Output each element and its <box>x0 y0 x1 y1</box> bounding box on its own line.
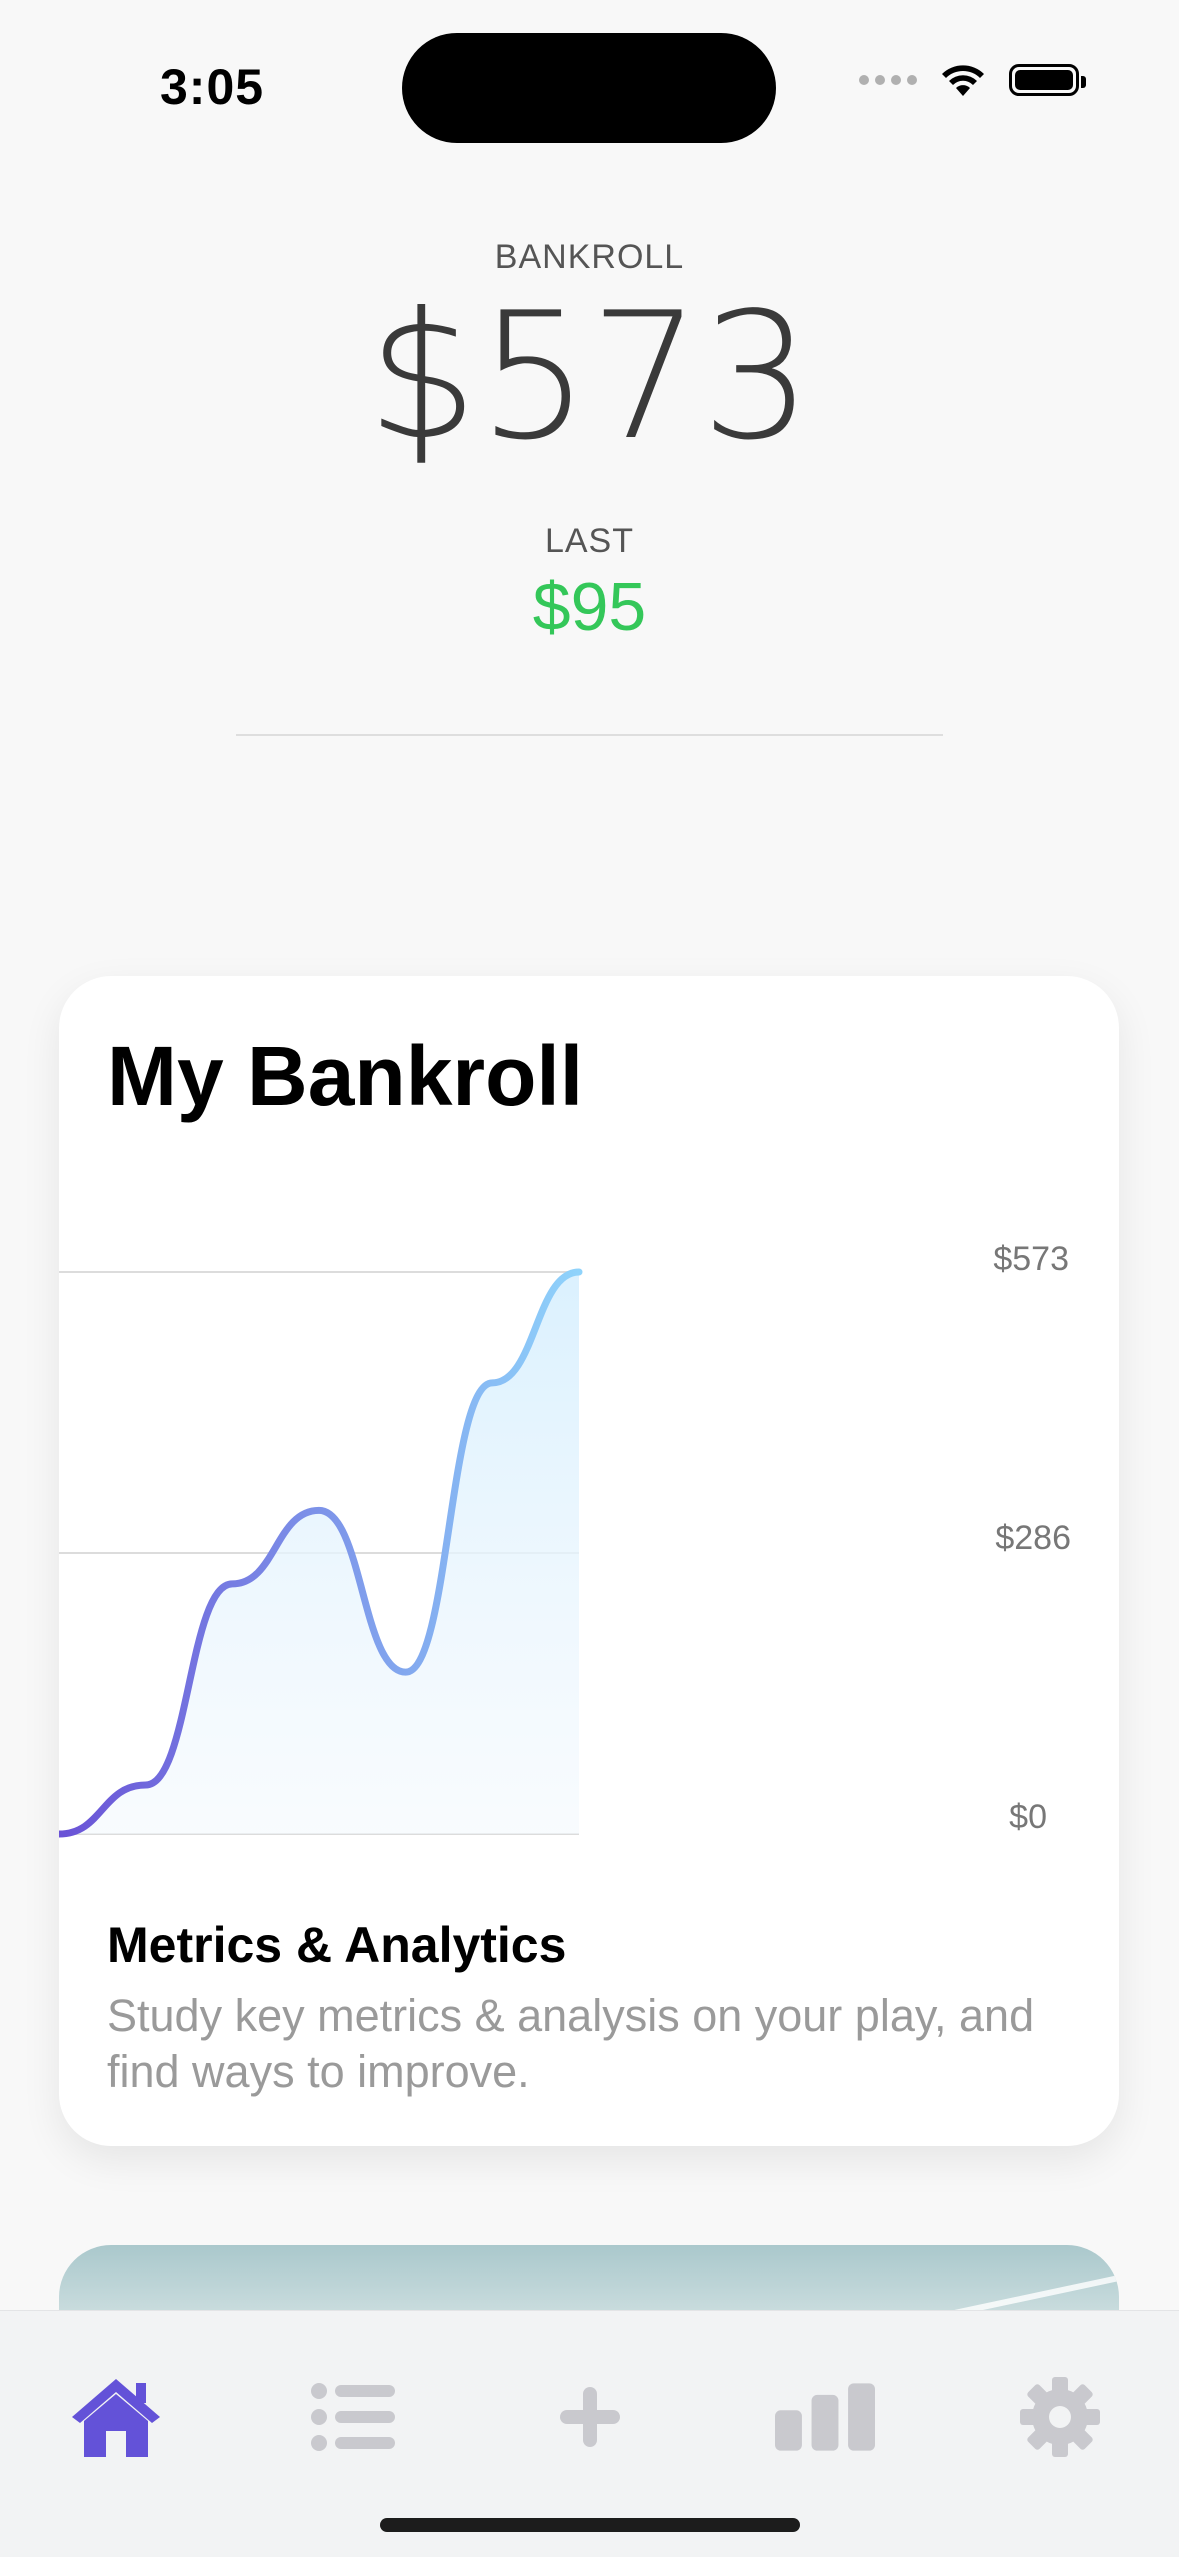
tab-add[interactable] <box>540 2367 640 2467</box>
status-time: 3:05 <box>160 59 265 115</box>
metrics-description: Study key metrics & analysis on your pla… <box>107 1990 1035 2097</box>
dynamic-island <box>402 33 776 143</box>
header-divider <box>236 734 943 736</box>
last-session-label: LAST <box>544 522 635 560</box>
list-icon <box>311 2383 395 2451</box>
bankroll-label: BANKROLL <box>494 238 685 276</box>
last-session-amount: $95 <box>532 569 647 645</box>
tab-sessions-list[interactable] <box>303 2367 403 2467</box>
y-tick-label: $573 <box>993 1240 1069 1278</box>
home-icon <box>72 2379 160 2457</box>
bar-chart-icon <box>775 2383 875 2451</box>
battery-icon <box>1009 64 1086 96</box>
cellular-signal-icon <box>859 75 917 85</box>
bankroll-amount: $573 <box>366 276 813 479</box>
tab-stats[interactable] <box>775 2367 875 2467</box>
y-tick-label: $286 <box>995 1519 1071 1557</box>
metrics-title: Metrics & Analytics <box>107 1917 567 1973</box>
home-indicator <box>380 2518 800 2532</box>
gear-icon <box>1020 2377 1100 2457</box>
status-icons <box>859 62 1086 98</box>
plus-icon <box>560 2387 620 2447</box>
tab-settings[interactable] <box>1010 2367 1110 2467</box>
bankroll-card[interactable]: My Bankroll $573 $286 $0 Metrics & Analy… <box>59 976 1119 2146</box>
wifi-icon <box>942 65 984 96</box>
y-tick-label: $0 <box>1009 1798 1047 1836</box>
tab-home[interactable] <box>66 2367 166 2467</box>
